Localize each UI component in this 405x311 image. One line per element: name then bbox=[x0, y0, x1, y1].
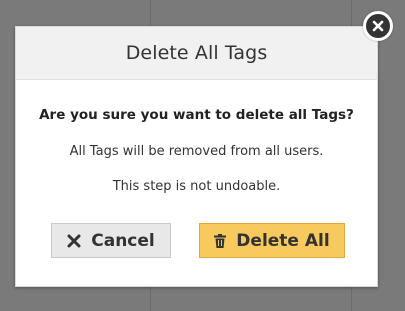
close-dialog-button[interactable] bbox=[363, 11, 393, 41]
close-circle-icon bbox=[366, 14, 390, 38]
delete-tags-dialog: Delete All Tags Are you sure you want to… bbox=[15, 26, 378, 287]
times-icon bbox=[67, 234, 81, 248]
cancel-button-label: Cancel bbox=[91, 230, 155, 251]
delete-all-button[interactable]: Delete All bbox=[199, 223, 345, 258]
info-text-removal: All Tags will be removed from all users. bbox=[69, 144, 324, 159]
cancel-button[interactable]: Cancel bbox=[51, 223, 171, 258]
info-text-not-undoable: This step is not undoable. bbox=[112, 179, 281, 194]
dialog-title: Delete All Tags bbox=[125, 42, 268, 64]
trash-icon bbox=[214, 233, 227, 248]
confirmation-question: Are you sure you want to delete all Tags… bbox=[39, 107, 354, 123]
dialog-header: Delete All Tags bbox=[16, 27, 377, 80]
delete-all-button-label: Delete All bbox=[236, 230, 330, 251]
